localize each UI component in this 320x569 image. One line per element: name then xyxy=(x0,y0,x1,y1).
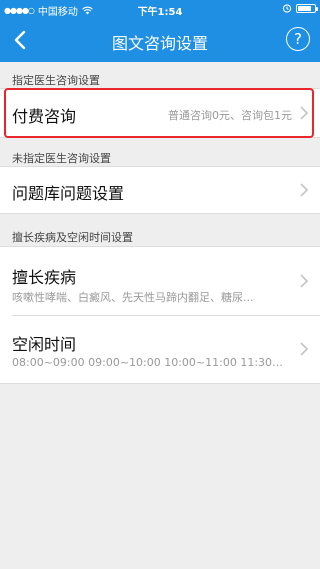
free-time-label: 空闲时间 xyxy=(12,335,77,354)
free-time-value: 08:00~09:00 09:00~10:00 10:00~11:00 11:3… xyxy=(12,356,292,369)
specialty-disease-value: 咳嗽性哮喘、白癜风、先天性马蹄内翻足、糖尿... xyxy=(12,291,254,304)
specialty-disease-row[interactable]: 擅长疾病 咳嗽性哮喘、白癜风、先天性马蹄内翻足、糖尿... xyxy=(0,247,320,315)
status-bar: ●●●●○ 中国移动 下午1:54 xyxy=(0,0,320,18)
battery-level xyxy=(298,5,311,11)
question-bank-label: 问题库问题设置 xyxy=(12,184,125,203)
page-title: 图文咨询设置 xyxy=(111,34,208,53)
chevron-right-icon xyxy=(300,183,309,197)
status-time: 下午1:54 xyxy=(137,7,183,18)
paid-consultation-value: 普通咨询0元、咨询包1元 xyxy=(168,109,292,122)
chevron-right-icon xyxy=(300,274,309,288)
chevron-right-icon xyxy=(300,342,309,356)
paid-consultation-label: 付费咨询 xyxy=(12,107,77,126)
section-header-undesignated: 未指定医生咨询设置 xyxy=(12,152,111,165)
chevron-right-icon xyxy=(300,106,309,120)
paid-consultation-row[interactable]: 付费咨询 普通咨询0元、咨询包1元 xyxy=(0,88,320,138)
alarm-icon xyxy=(282,4,292,13)
free-time-row[interactable]: 空闲时间 08:00~09:00 09:00~10:00 10:00~11:00… xyxy=(0,316,320,384)
navigation-bar: 图文咨询设置 ? xyxy=(0,18,320,62)
specialty-group: 擅长疾病 咳嗽性哮喘、白癜风、先天性马蹄内翻足、糖尿... 空闲时间 08:00… xyxy=(0,246,320,384)
battery-icon xyxy=(296,3,318,13)
help-button[interactable]: ? xyxy=(286,27,310,51)
section-header-specialty: 擅长疾病及空闲时间设置 xyxy=(12,231,133,244)
help-circle-icon: ? xyxy=(294,30,302,48)
specialty-disease-label: 擅长疾病 xyxy=(12,268,77,287)
question-bank-row[interactable]: 问题库问题设置 xyxy=(0,166,320,214)
section-header-designated: 指定医生咨询设置 xyxy=(12,74,100,87)
